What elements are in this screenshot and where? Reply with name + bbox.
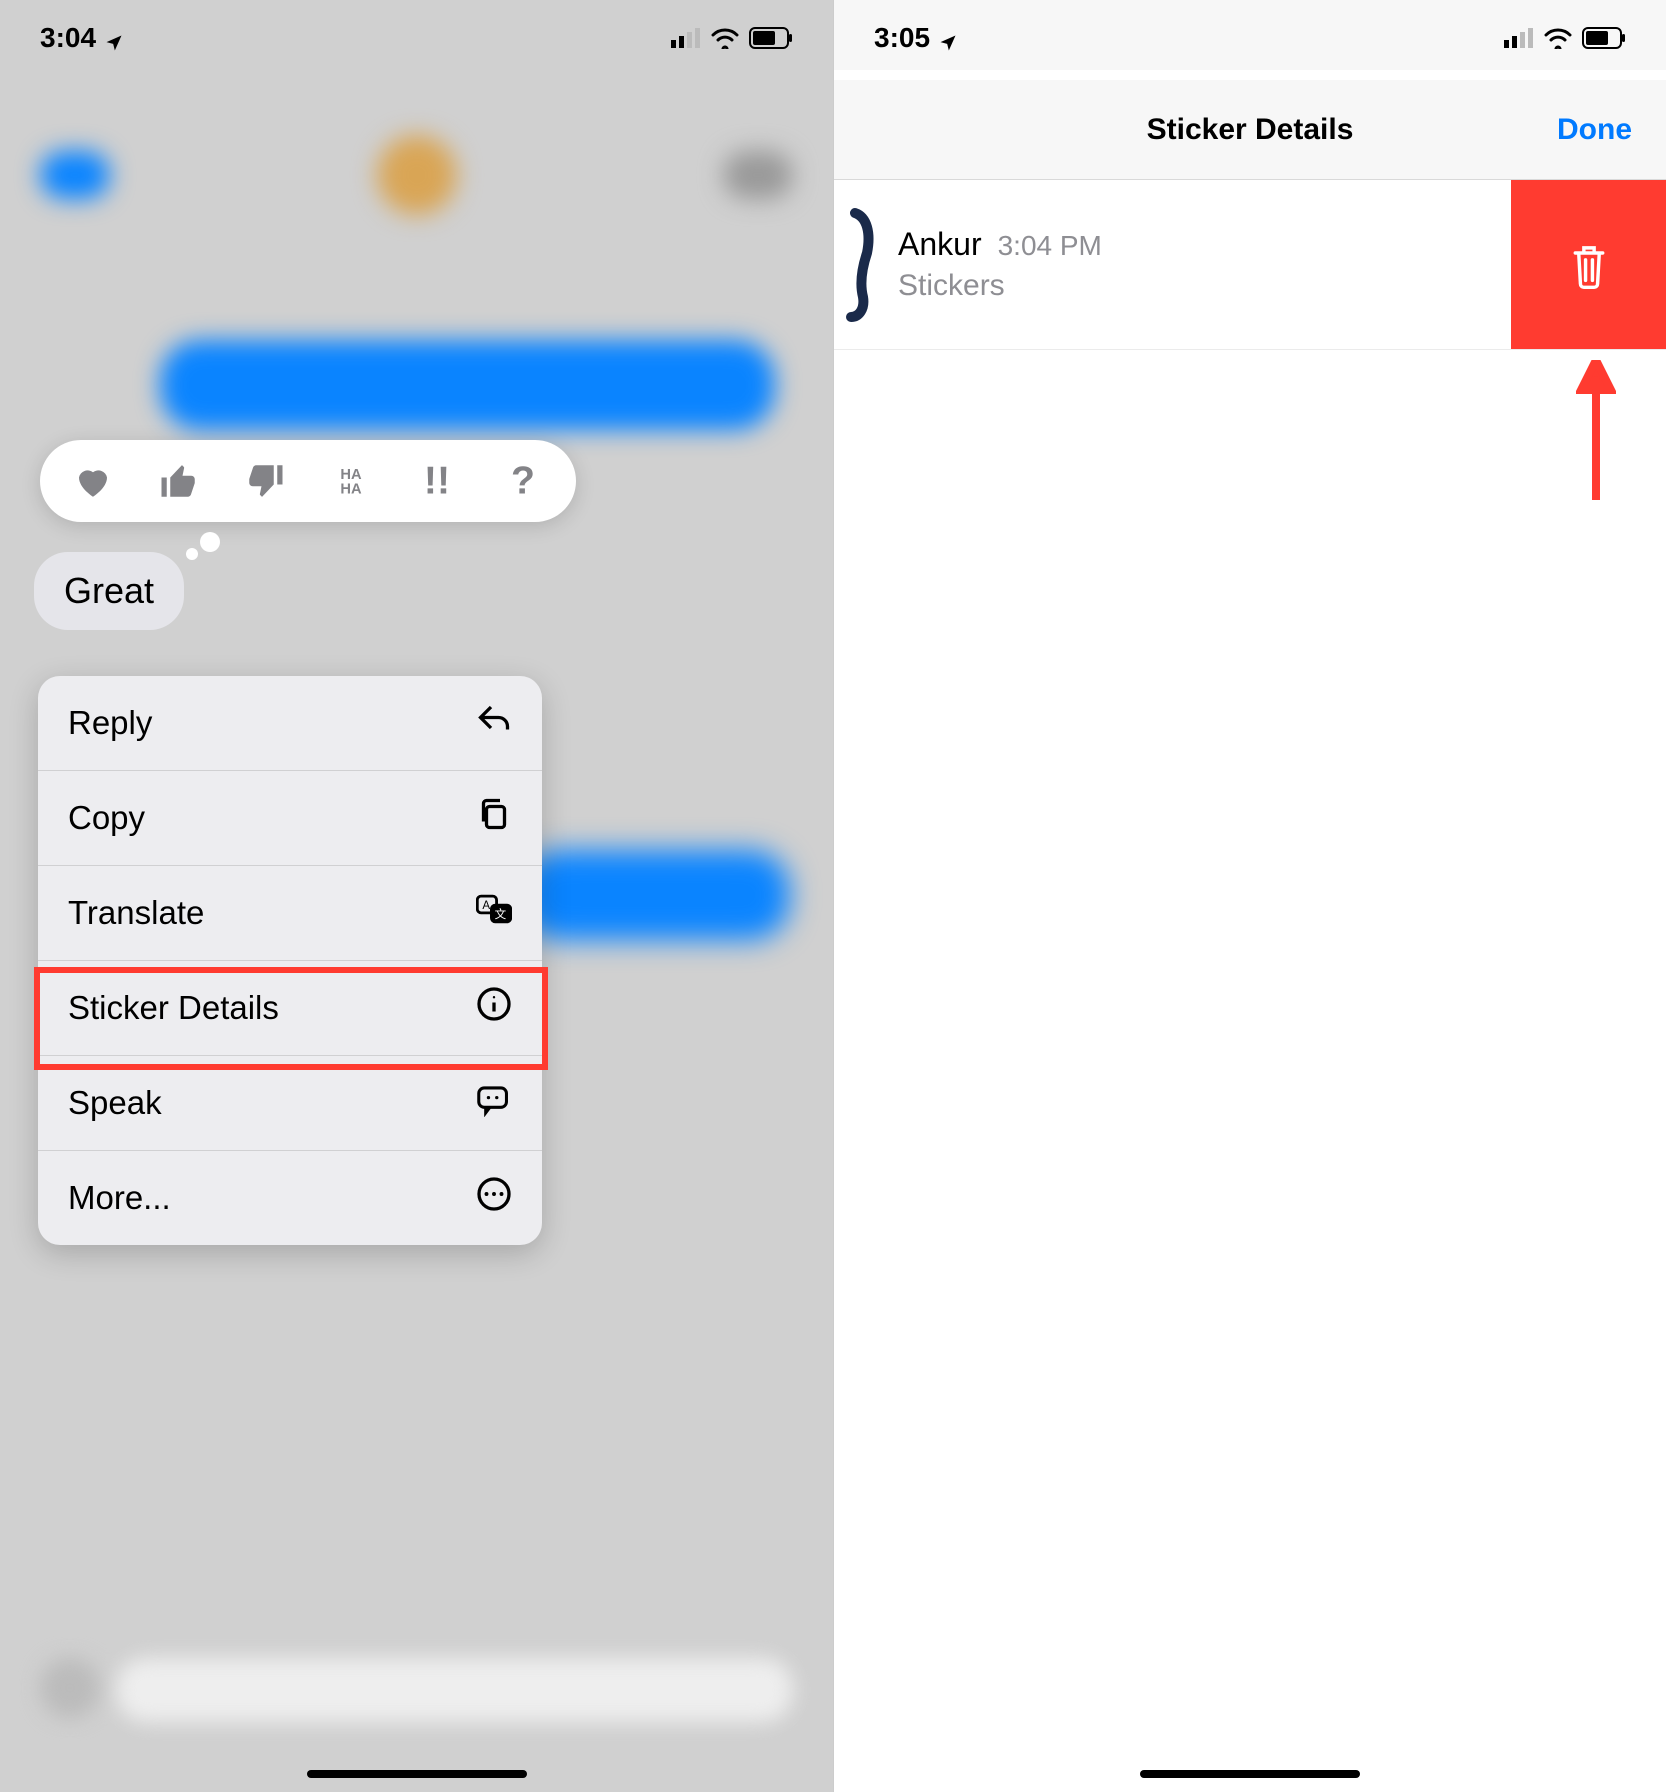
home-indicator[interactable] xyxy=(1140,1770,1360,1778)
sticker-time: 3:04 PM xyxy=(998,230,1102,262)
copy-icon xyxy=(476,796,512,840)
done-button[interactable]: Done xyxy=(1557,113,1632,147)
location-icon xyxy=(938,28,958,48)
status-bar: 3:04 xyxy=(0,0,833,70)
message-bubble[interactable]: Great xyxy=(34,552,184,630)
bubble-tail xyxy=(200,532,220,552)
page-title: Sticker Details xyxy=(1147,113,1354,147)
svg-text:!!: !! xyxy=(424,460,450,502)
left-screenshot: 3:04 HAHA !! ? Great Rep xyxy=(0,0,833,1792)
svg-text:HA: HA xyxy=(340,482,362,498)
menu-label: Sticker Details xyxy=(68,989,279,1027)
sticker-subtitle: Stickers xyxy=(898,269,1102,303)
sticker-thumbnail xyxy=(838,205,880,325)
right-screenshot: 3:05 Sticker Details Done Ankur xyxy=(833,0,1666,1792)
svg-text:文: 文 xyxy=(495,907,507,921)
battery-icon xyxy=(749,27,793,49)
message-text: Great xyxy=(64,570,154,611)
tapback-bar: HAHA !! ? xyxy=(40,440,576,522)
menu-label: Reply xyxy=(68,704,152,742)
signal-icon xyxy=(671,28,701,48)
tapback-question[interactable]: ? xyxy=(500,458,546,504)
delete-button[interactable] xyxy=(1511,180,1666,349)
svg-text:?: ? xyxy=(511,460,535,502)
menu-label: More... xyxy=(68,1179,171,1217)
menu-item-sticker-details[interactable]: Sticker Details xyxy=(38,961,542,1056)
context-menu: Reply Copy Translate A文 Sticker Details … xyxy=(38,676,542,1245)
svg-text:A: A xyxy=(482,900,490,912)
sticker-details-header: Sticker Details Done xyxy=(834,80,1666,180)
menu-item-translate[interactable]: Translate A文 xyxy=(38,866,542,961)
tapback-exclaim[interactable]: !! xyxy=(414,458,460,504)
wifi-icon xyxy=(711,27,739,49)
menu-item-reply[interactable]: Reply xyxy=(38,676,542,771)
status-time: 3:04 xyxy=(40,22,96,54)
reply-icon xyxy=(476,701,512,745)
menu-label: Translate xyxy=(68,894,204,932)
menu-item-copy[interactable]: Copy xyxy=(38,771,542,866)
speak-icon xyxy=(476,1081,512,1125)
tapback-haha[interactable]: HAHA xyxy=(328,458,374,504)
menu-item-more[interactable]: More... xyxy=(38,1151,542,1245)
annotation-arrow xyxy=(1576,360,1616,500)
sticker-sender-name: Ankur xyxy=(898,226,982,263)
trash-icon xyxy=(1567,241,1611,289)
menu-item-speak[interactable]: Speak xyxy=(38,1056,542,1151)
menu-label: Copy xyxy=(68,799,145,837)
location-icon xyxy=(104,28,124,48)
status-time: 3:05 xyxy=(874,22,930,54)
bubble-tail xyxy=(186,548,198,560)
menu-label: Speak xyxy=(68,1084,162,1122)
wifi-icon xyxy=(1544,27,1572,49)
svg-text:HA: HA xyxy=(340,467,362,483)
signal-icon xyxy=(1504,28,1534,48)
home-indicator[interactable] xyxy=(307,1770,527,1778)
tapback-thumbs-up[interactable] xyxy=(156,458,202,504)
battery-icon xyxy=(1582,27,1626,49)
translate-icon: A文 xyxy=(476,891,512,935)
tapback-thumbs-down[interactable] xyxy=(242,458,288,504)
more-icon xyxy=(476,1176,512,1220)
status-bar: 3:05 xyxy=(834,0,1666,70)
info-icon xyxy=(476,986,512,1030)
tapback-heart[interactable] xyxy=(70,458,116,504)
sticker-row[interactable]: Ankur 3:04 PM Stickers xyxy=(834,180,1666,350)
